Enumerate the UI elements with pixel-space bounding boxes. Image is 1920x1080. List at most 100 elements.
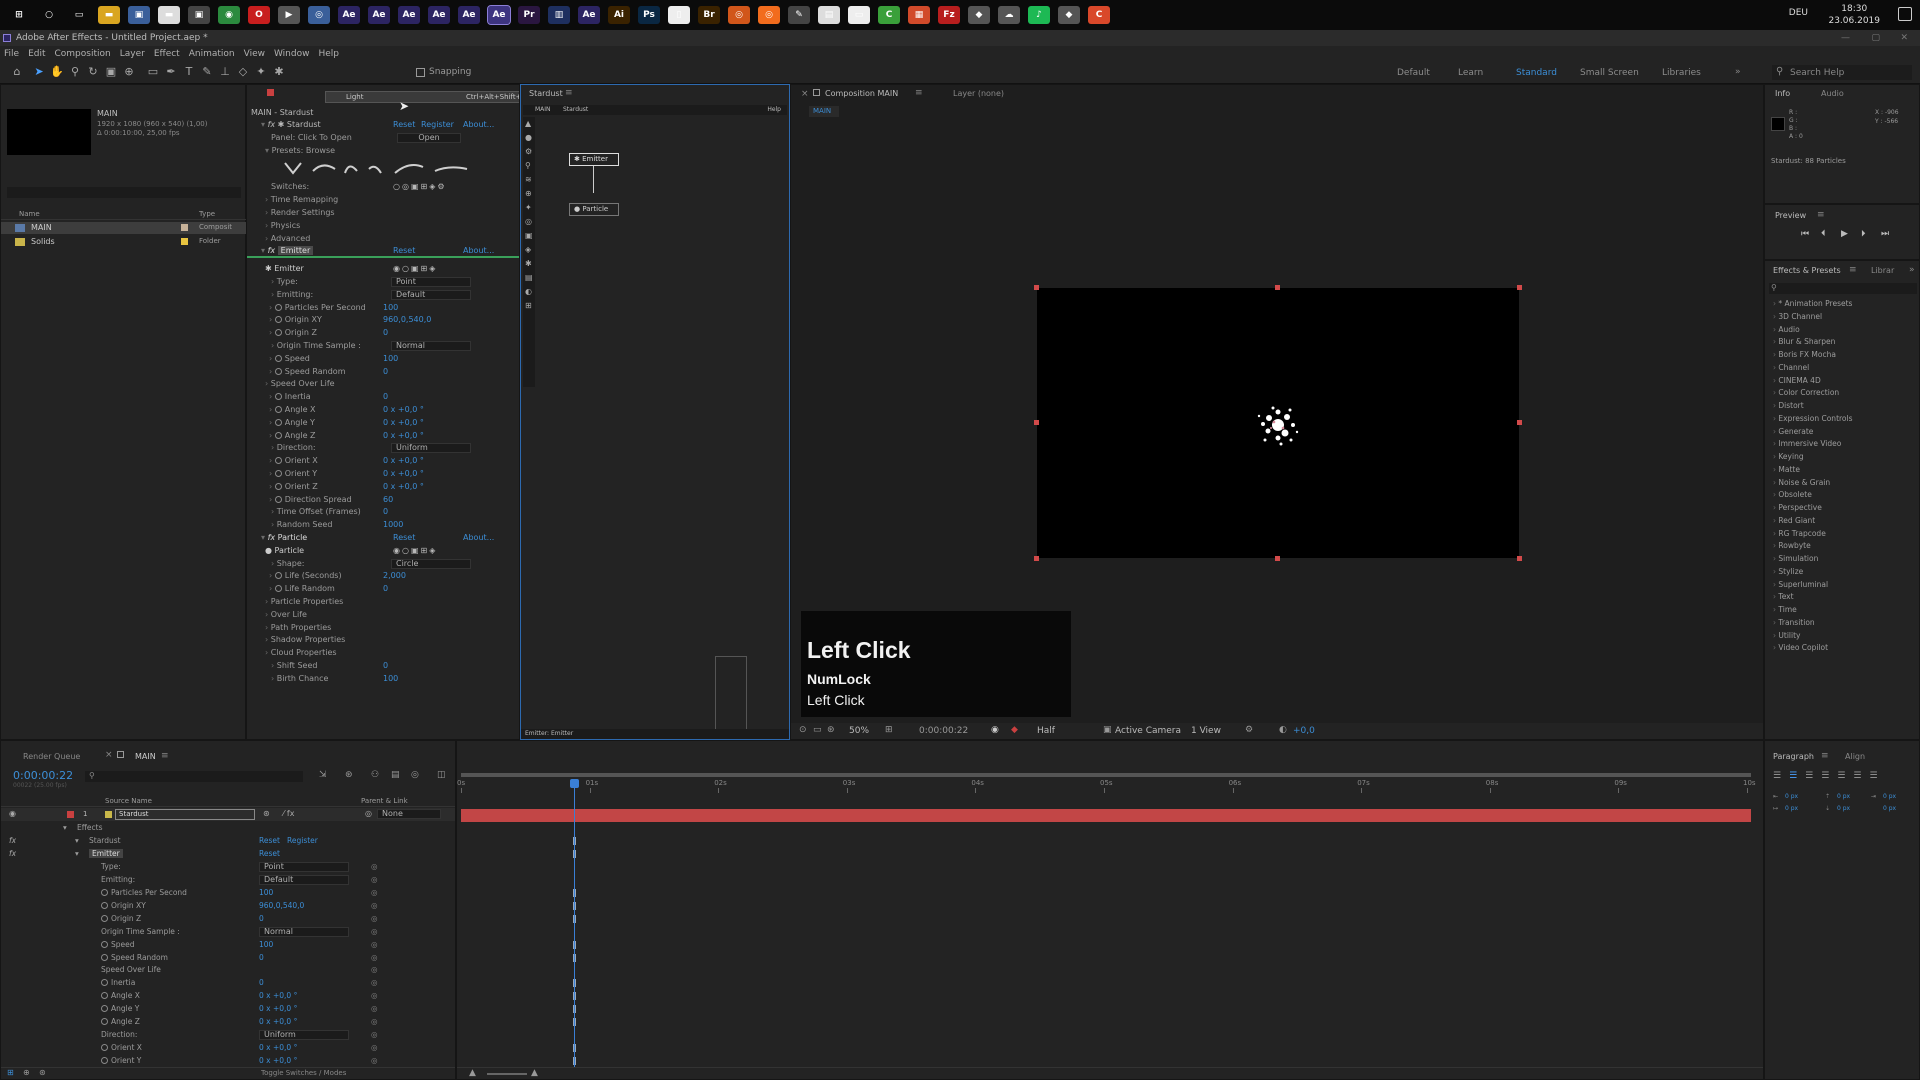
timeline-footer-icon-1[interactable]: ⊞	[7, 1068, 14, 1077]
switch-icons[interactable]: ○◎▣⊞◈⚙	[393, 181, 447, 194]
camtasia-icon[interactable]: C	[878, 6, 900, 24]
effect-category[interactable]: › Utility	[1773, 631, 1800, 640]
work-area-bar[interactable]	[461, 773, 1751, 777]
app-icon-orange[interactable]: ◎	[728, 6, 750, 24]
search-help-field[interactable]: ⚲ Search Help	[1772, 65, 1912, 80]
node-tool-icon-7[interactable]: ✦	[525, 203, 532, 212]
viewer-crumb[interactable]: MAIN	[809, 106, 839, 117]
monitor-icon[interactable]: ▭	[813, 725, 822, 735]
effects-search-field[interactable]: ⚲	[1769, 283, 1917, 294]
effects-panel-more-icon[interactable]: »	[1909, 265, 1915, 275]
pickwhip-icon[interactable]: ◎	[371, 1043, 378, 1052]
timeline-layer-row[interactable]: ◉ 1 Stardust ⊛ ⁄ fx ◎ None	[1, 808, 455, 821]
param-row-particles-per-second[interactable]: › Particles Per Second 100	[247, 302, 519, 315]
document-icon[interactable]: ▯	[668, 6, 690, 24]
indent-right-field[interactable]: 0 px	[1883, 793, 1896, 800]
node-tool-icon-9[interactable]: ▣	[525, 231, 533, 240]
color-channel-icon[interactable]: ◆	[1011, 725, 1018, 735]
exposure-icon[interactable]: ◐	[1279, 725, 1287, 735]
timeline-property-row[interactable]: ▾ Effects	[1, 822, 455, 834]
stopwatch-icon[interactable]	[101, 953, 108, 961]
param-value[interactable]: 0	[383, 583, 388, 596]
layer-fx-switch[interactable]: ⁄ fx	[283, 809, 294, 818]
play-icon[interactable]: ▶	[1841, 229, 1848, 239]
node-emitter[interactable]: ✱ Emitter	[569, 153, 619, 166]
expand-arrow-icon[interactable]: ▾	[75, 849, 79, 858]
direction-field[interactable]: 0 px	[1883, 805, 1896, 812]
audio-tab[interactable]: Audio	[1821, 89, 1844, 98]
section-switch-icons[interactable]: ◉○▣⊞◈	[393, 263, 437, 276]
param-value[interactable]: 2,000	[383, 570, 406, 583]
info-tab[interactable]: Info	[1775, 89, 1790, 98]
property-value[interactable]: 0	[259, 914, 264, 923]
timeline-property-row[interactable]: Angle Z 0 x +0,0 ° ◎	[1, 1016, 455, 1028]
particle-reset[interactable]: Reset	[393, 532, 415, 545]
spotify-icon[interactable]: ♪	[1028, 6, 1050, 24]
app-icon-bw[interactable]: ▭	[848, 6, 870, 24]
roto-brush-tool-icon[interactable]: ✦	[254, 65, 268, 79]
canvas-handle-t[interactable]	[1275, 285, 1280, 290]
first-frame-icon[interactable]: ⏮	[1801, 229, 1809, 239]
param-row-angle-x[interactable]: › Angle X0 x +0,0 °	[247, 404, 519, 417]
align-left-icon[interactable]: ☰	[1773, 771, 1781, 783]
node-tool-icon-2[interactable]: ●	[525, 133, 532, 142]
playhead[interactable]	[570, 779, 580, 1075]
libraries-tab[interactable]: Librar	[1871, 266, 1894, 275]
pickwhip-icon[interactable]: ◎	[371, 965, 378, 974]
viewer-timecode[interactable]: 0:00:00:22	[919, 726, 968, 736]
paragraph-tab[interactable]: Paragraph	[1773, 752, 1814, 761]
preview-title[interactable]: Preview	[1775, 211, 1806, 220]
maximize-icon[interactable]: ▢	[1871, 30, 1880, 46]
emitter-reset[interactable]: Reset	[393, 245, 415, 258]
stopwatch-icon[interactable]	[274, 329, 282, 337]
pickwhip-icon[interactable]: ◎	[371, 1017, 378, 1026]
property-dropdown[interactable]: Uniform	[259, 1030, 349, 1041]
pickwhip-icon[interactable]: ◎	[371, 991, 378, 1000]
param-row-direction-spread[interactable]: › Direction Spread 60	[247, 494, 519, 507]
viewer-close-icon[interactable]: ×	[801, 89, 809, 99]
node-tool-icon-6[interactable]: ⊕	[525, 189, 532, 198]
premiere-icon[interactable]: Pr	[518, 6, 540, 24]
notepad-icon[interactable]: ▤	[818, 6, 840, 24]
stardust-group-time-remapping[interactable]: › Time Remapping	[247, 194, 519, 207]
node-tool-icon-5[interactable]: ≋	[525, 175, 532, 184]
workspace-default[interactable]: Default	[1397, 68, 1430, 78]
effect-category[interactable]: › Rowbyte	[1773, 541, 1811, 550]
stopwatch-icon[interactable]	[274, 457, 282, 465]
timeline-property-row[interactable]: Orient Y 0 x +0,0 ° ◎	[1, 1055, 455, 1067]
param-value[interactable]: 960,0,540,0	[383, 314, 431, 327]
node-tool-icon-3[interactable]: ⚙	[525, 147, 532, 156]
timeline-main-tab[interactable]: MAIN	[135, 752, 156, 761]
param-value[interactable]: 0 x +0,0 °	[383, 468, 424, 481]
justify-center-icon[interactable]: ☰	[1837, 771, 1845, 783]
timeline-property-row[interactable]: Inertia 0 ◎	[1, 977, 455, 989]
ae-icon-active[interactable]: Ae	[487, 5, 511, 25]
node-tool-icon-8[interactable]: ◎	[525, 217, 532, 226]
preset-thumbnails[interactable]	[283, 159, 483, 177]
workspace-standard[interactable]: Standard	[1516, 68, 1557, 78]
composition-canvas[interactable]	[1034, 285, 1522, 561]
param-dropdown[interactable]: Uniform	[391, 443, 471, 454]
viewer-comp-tab[interactable]: Composition MAIN	[825, 89, 898, 98]
stopwatch-icon[interactable]	[274, 393, 282, 401]
timeline-search-field[interactable]: ⚲	[85, 771, 303, 782]
param-row-emitting[interactable]: › Emitting: Default	[247, 289, 519, 302]
property-value[interactable]: 0	[259, 978, 264, 987]
effects-presets-menu-icon[interactable]: ≡	[1849, 265, 1857, 275]
store-icon[interactable]: ▣	[188, 6, 210, 24]
canvas-handle-bl[interactable]	[1034, 556, 1039, 561]
stardust-about[interactable]: About...	[463, 119, 494, 132]
effect-category[interactable]: › Generate	[1773, 427, 1813, 436]
section-switch-icons[interactable]: ◉○▣⊞◈	[393, 545, 437, 558]
viewer-layer-tab[interactable]: Layer (none)	[953, 89, 1004, 98]
fx-toggle[interactable]: fx	[9, 836, 16, 845]
snapping-checkbox[interactable]	[416, 68, 425, 77]
ae-icon-3[interactable]: Ae	[398, 6, 420, 24]
param-value[interactable]: 100	[383, 673, 398, 686]
app-icon-2[interactable]: ▣	[128, 6, 150, 24]
param-row-angle-z[interactable]: › Angle Z0 x +0,0 °	[247, 430, 519, 443]
node-tool-icon-11[interactable]: ✱	[525, 259, 532, 268]
timeline-property-row[interactable]: fx ▾ Stardust Reset Register	[1, 835, 455, 847]
label-color[interactable]	[181, 224, 188, 231]
node-tool-icon-14[interactable]: ⊞	[525, 301, 532, 310]
